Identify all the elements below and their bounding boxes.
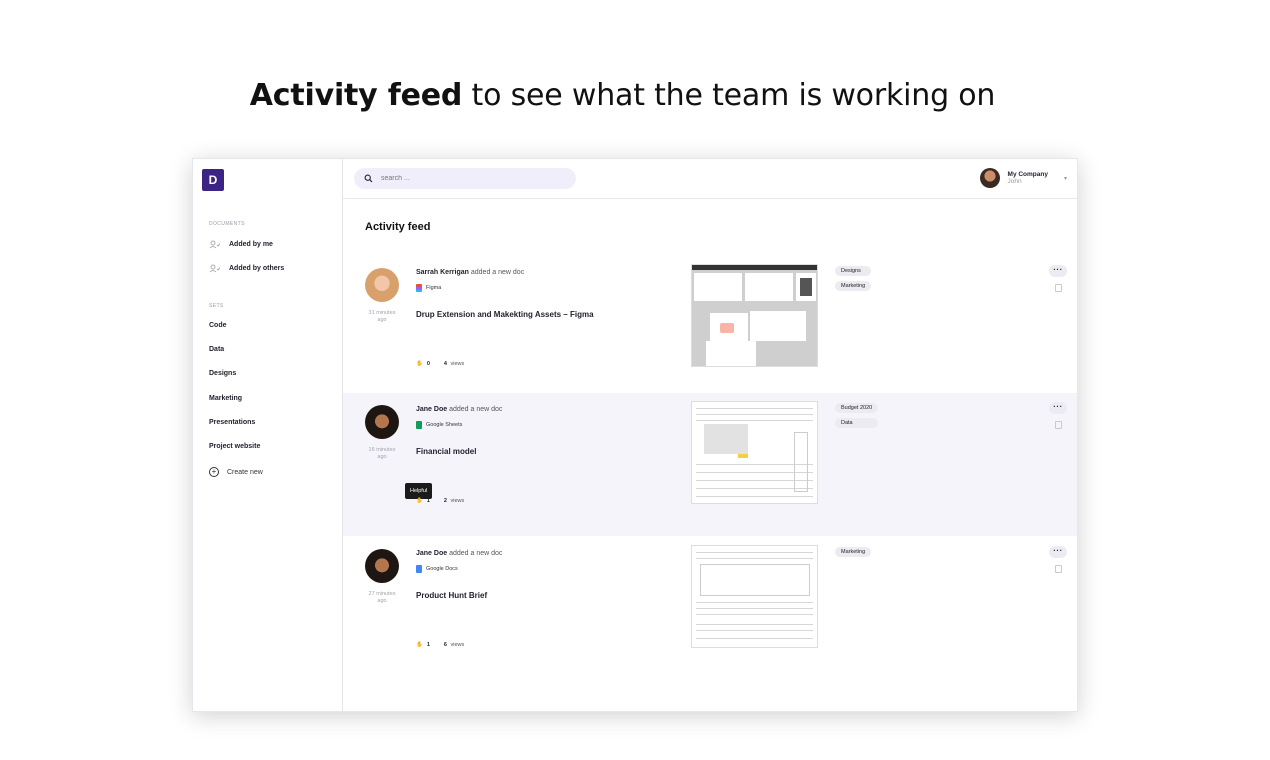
doc-title[interactable]: Drup Extension and Makekting Assets – Fi…	[416, 310, 594, 319]
avatar	[365, 549, 399, 583]
plus-circle-icon: +	[209, 467, 219, 477]
doc-stats: ✋ 0 4 views	[416, 361, 464, 367]
create-new-button[interactable]: + Create new	[209, 467, 263, 477]
doc-stats: ✋ 1 2 views	[416, 498, 464, 504]
search-input[interactable]	[381, 175, 561, 182]
page-title: Activity feed	[365, 221, 431, 233]
search-icon	[364, 170, 373, 188]
trash-icon[interactable]	[1055, 421, 1062, 429]
views-counter: 6 views	[443, 642, 465, 648]
tag-list: Budget 2020 Data	[835, 403, 879, 428]
avatar	[979, 168, 1000, 188]
doc-stats: ✋ 1 6 views	[416, 642, 464, 648]
tag[interactable]: Data	[835, 418, 879, 428]
tag[interactable]: Marketing	[835, 281, 872, 291]
tag-list: Designs Marketing	[835, 266, 872, 291]
sidebar: D DOCUMENTS Added by me Added by others …	[193, 159, 343, 711]
activity-author: Jane Doe added a new doc	[416, 406, 503, 413]
sidebar-item-presentations[interactable]: Presentations	[209, 419, 255, 426]
sets-section-label: SETS	[209, 303, 224, 309]
helpful-counter[interactable]: ✋ 1	[416, 498, 432, 504]
user-check-icon	[209, 240, 221, 249]
views-counter: 2 views	[443, 498, 465, 504]
more-icon[interactable]: ···	[1049, 402, 1067, 414]
tag-list: Marketing	[835, 547, 872, 557]
app-window: D DOCUMENTS Added by me Added by others …	[192, 158, 1078, 712]
tag[interactable]: Budget 2020	[835, 403, 879, 413]
account-menu[interactable]: My Company John ▾	[979, 168, 1067, 188]
doc-thumbnail[interactable]	[691, 545, 818, 648]
sidebar-item-code[interactable]: Code	[209, 322, 227, 329]
hand-icon: ✋	[416, 642, 423, 648]
sidebar-item-data[interactable]: Data	[209, 346, 224, 353]
sidebar-item-added-by-others[interactable]: Added by others	[209, 264, 284, 273]
google-docs-icon	[416, 565, 422, 573]
timestamp: 31 minutes ago	[368, 310, 396, 324]
helpful-tooltip: Helpful	[405, 483, 433, 499]
helpful-counter[interactable]: ✋ 0	[416, 361, 432, 367]
google-sheets-icon	[416, 421, 422, 429]
hand-icon: ✋	[416, 498, 423, 504]
doc-thumbnail[interactable]	[691, 264, 818, 367]
helpful-counter[interactable]: ✋ 1	[416, 642, 432, 648]
timestamp: 16 minutes ago	[368, 447, 396, 461]
activity-author: Sarrah Kerrigan added a new doc	[416, 269, 525, 276]
doc-source: Figma	[416, 284, 441, 292]
views-counter: 4 views	[443, 361, 465, 367]
more-icon[interactable]: ···	[1049, 546, 1067, 558]
trash-icon[interactable]	[1055, 284, 1062, 292]
doc-title[interactable]: Product Hunt Brief	[416, 591, 487, 600]
timestamp: 27 minutes ago	[368, 591, 396, 605]
doc-thumbnail[interactable]	[691, 401, 818, 504]
tag[interactable]: Designs	[835, 266, 872, 276]
sidebar-item-added-by-me[interactable]: Added by me	[209, 240, 273, 249]
sidebar-item-project-website[interactable]: Project website	[209, 443, 260, 450]
top-bar: My Company John ▾	[343, 159, 1077, 199]
users-icon	[209, 264, 221, 273]
user-name: John	[1007, 178, 1022, 185]
avatar	[365, 405, 399, 439]
feed-item: 27 minutes ago Jane Doe added a new doc G…	[343, 537, 1077, 680]
doc-source: Google Docs	[416, 565, 458, 573]
main-panel: My Company John ▾ Activity feed 31 minut…	[343, 159, 1077, 711]
hand-icon: ✋	[416, 361, 423, 367]
sidebar-item-marketing[interactable]: Marketing	[209, 395, 242, 402]
doc-title[interactable]: Financial model	[416, 447, 476, 456]
feed-item: 31 minutes ago Sarrah Kerrigan added a ne…	[343, 256, 1077, 399]
sidebar-item-designs[interactable]: Designs	[209, 370, 236, 377]
figma-icon	[416, 284, 422, 292]
avatar	[365, 268, 399, 302]
trash-icon[interactable]	[1055, 565, 1062, 573]
chevron-down-icon: ▾	[1063, 175, 1067, 182]
app-logo[interactable]: D	[202, 169, 224, 191]
search-box[interactable]	[354, 168, 576, 189]
activity-author: Jane Doe added a new doc	[416, 550, 503, 557]
documents-section-label: DOCUMENTS	[209, 221, 245, 227]
more-icon[interactable]: ···	[1049, 265, 1067, 277]
company-name: My Company	[1007, 170, 1048, 178]
tag[interactable]: Marketing	[835, 547, 872, 557]
feed-item: 16 minutes ago Jane Doe added a new doc G…	[343, 393, 1077, 536]
page-headline: Activity feed to see what the team is wo…	[249, 78, 996, 113]
doc-source: Google Sheets	[416, 421, 462, 429]
